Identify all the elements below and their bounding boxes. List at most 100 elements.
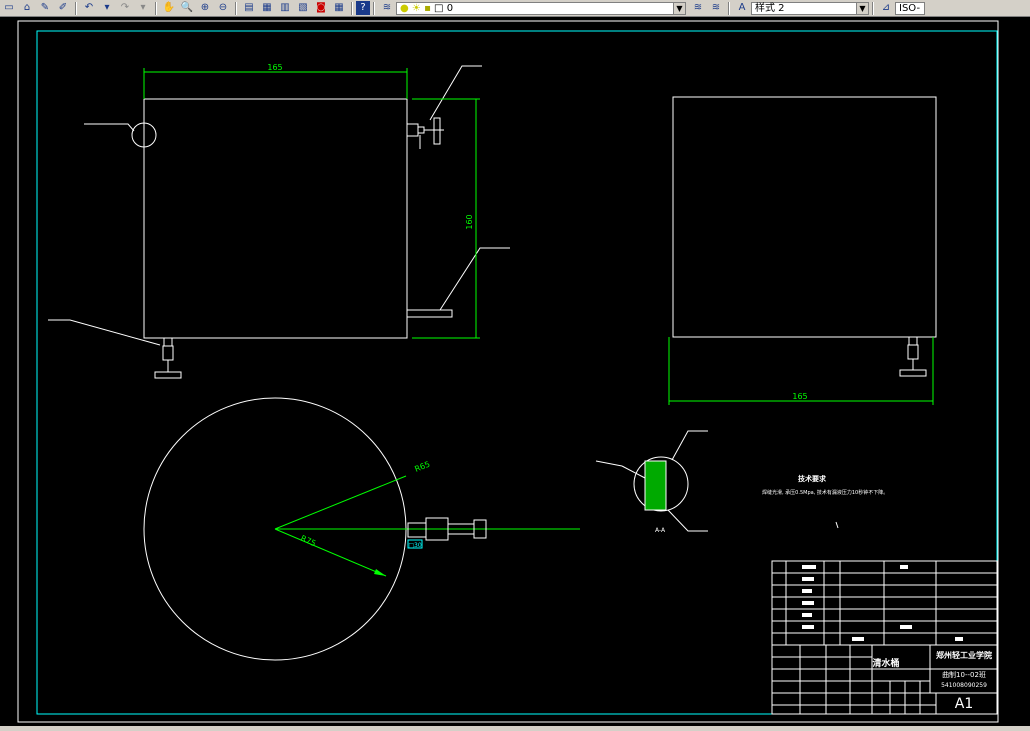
text-block — [802, 613, 812, 617]
tick-mark — [835, 521, 839, 529]
weld-section-hatch — [644, 460, 667, 511]
toolbar-separator — [75, 1, 77, 15]
design-center-icon[interactable]: ▦ — [258, 1, 276, 15]
leader-line — [671, 430, 708, 461]
dim-side-text: 165 — [792, 392, 807, 401]
toolbar-separator — [373, 1, 375, 15]
leader-line — [439, 247, 510, 311]
leader-line — [84, 123, 135, 132]
open-file-icon[interactable]: ⌂ — [18, 1, 36, 15]
leader-line — [621, 465, 646, 479]
title-block — [771, 560, 998, 715]
brush-icon[interactable]: ✐ — [54, 1, 72, 15]
redo-dropdown-icon[interactable]: ▾ — [134, 1, 152, 15]
text-block — [900, 625, 912, 629]
foot-base — [899, 369, 927, 377]
toolbar-separator — [872, 1, 874, 15]
lock-icon: ▪ — [424, 2, 431, 14]
dim-style-value: ISO- — [899, 2, 921, 14]
foot-body — [907, 344, 919, 360]
pencil-icon[interactable]: ✎ — [36, 1, 54, 15]
chevron-down-icon[interactable]: ▼ — [856, 2, 868, 14]
layer-value: 0 — [446, 2, 454, 14]
text-block — [802, 577, 814, 581]
leader-line — [667, 509, 708, 532]
layer-combo[interactable]: ● ☀ ▪ □ 0 ▼ — [396, 1, 686, 15]
tech-requirements: 技术要求 焊缝光滑, 承压0.5Mpa, 技术有漏液压力10秒钟不下降。 — [762, 474, 888, 529]
text-block — [802, 589, 812, 593]
calculator-icon[interactable]: ▦ — [330, 1, 348, 15]
student-number: 541008090259 — [941, 682, 987, 689]
text-block — [802, 625, 814, 629]
zoom-window-icon[interactable]: ⊕ — [196, 1, 214, 15]
toolbar-separator — [728, 1, 730, 15]
toolbar-separator — [155, 1, 157, 15]
leader-line — [48, 319, 161, 346]
school-name: 郑州轻工业学院 — [936, 650, 992, 660]
foot-base — [154, 371, 182, 379]
text-block — [802, 601, 814, 605]
outlet-bar — [406, 309, 453, 318]
tool-palettes-icon[interactable]: ▥ — [276, 1, 294, 15]
dim-r65-text: R65 — [413, 460, 431, 474]
text-block — [900, 565, 908, 569]
properties-icon[interactable]: ▤ — [240, 1, 258, 15]
undo-icon[interactable]: ↶ — [80, 1, 98, 15]
dim-width-text: 165 — [267, 63, 282, 72]
tech-title: 技术要求 — [798, 474, 827, 483]
text-block — [955, 637, 963, 641]
undo-dropdown-icon[interactable]: ▾ — [98, 1, 116, 15]
sheet-size: A1 — [955, 696, 973, 712]
sheet-set-icon[interactable]: ▧ — [294, 1, 312, 15]
drawing-canvas[interactable]: 165 160 165 R65 R75 □30 A-A 技术要求 焊缝光滑, 承… — [0, 16, 1030, 726]
lightbulb-icon: ● — [400, 2, 409, 14]
markup-icon[interactable]: ◙ — [312, 1, 330, 15]
help-icon[interactable]: ? — [356, 1, 370, 15]
text-block — [852, 637, 864, 641]
redo-icon[interactable]: ↷ — [116, 1, 134, 15]
top-view: R65 R75 □30 — [143, 397, 580, 661]
dim-tab-text: □30 — [408, 542, 421, 549]
zoom-realtime-icon[interactable]: 🔍 — [178, 1, 196, 15]
leader-line — [429, 65, 482, 121]
command-line-edge — [0, 726, 1030, 731]
front-view: 165 160 — [48, 63, 510, 379]
part-name: 清水桶 — [872, 657, 899, 669]
valve-body — [406, 123, 419, 137]
color-swatch-icon: □ — [434, 2, 444, 14]
valve-handle — [433, 117, 441, 145]
text-style-icon[interactable]: A — [733, 1, 751, 15]
zoom-previous-icon[interactable]: ⊖ — [214, 1, 232, 15]
dim-height-text: 160 — [465, 214, 474, 229]
new-file-icon[interactable]: ▭ — [0, 1, 18, 15]
chevron-down-icon[interactable]: ▼ — [673, 2, 685, 14]
tech-text: 焊缝光滑, 承压0.5Mpa, 技术有漏液压力10秒钟不下降。 — [762, 489, 888, 496]
arrowhead — [374, 569, 386, 576]
layer-state-icon[interactable]: ≋ — [707, 1, 725, 15]
layer-manager-icon[interactable]: ≋ — [378, 1, 396, 15]
pan-icon[interactable]: ✋ — [160, 1, 178, 15]
dim-r75-text: R75 — [299, 534, 317, 549]
text-style-value: 样式 2 — [755, 2, 785, 14]
sun-icon: ☀ — [411, 2, 421, 14]
layer-previous-icon[interactable]: ≋ — [689, 1, 707, 15]
tank-front-outline — [143, 98, 408, 339]
side-view: 165 — [668, 96, 937, 405]
tank-side-outline — [672, 96, 937, 338]
toolbar-separator — [235, 1, 237, 15]
foot-top — [908, 336, 918, 346]
dim-style-combo[interactable]: ISO- — [895, 1, 925, 15]
fitting-1 — [407, 522, 427, 538]
leader-line — [595, 460, 623, 467]
cad-toolbar: ▭ ⌂ ✎ ✐ ↶ ▾ ↷ ▾ ✋ 🔍 ⊕ ⊖ ▤ ▦ ▥ ▧ ◙ ▦ ? ≋ … — [0, 0, 1030, 17]
valve-stem — [417, 126, 425, 134]
foot-body — [162, 345, 174, 361]
section-label: A-A — [655, 527, 666, 534]
radius-line-r75 — [274, 528, 387, 577]
section-detail: A-A — [595, 430, 708, 534]
text-block — [802, 565, 816, 569]
drawing-number: 曲制10--02班 — [942, 670, 986, 679]
text-style-combo[interactable]: 样式 2 ▼ — [751, 1, 869, 15]
toolbar-separator — [351, 1, 353, 15]
dimension-style-icon[interactable]: ⊿ — [877, 1, 895, 15]
